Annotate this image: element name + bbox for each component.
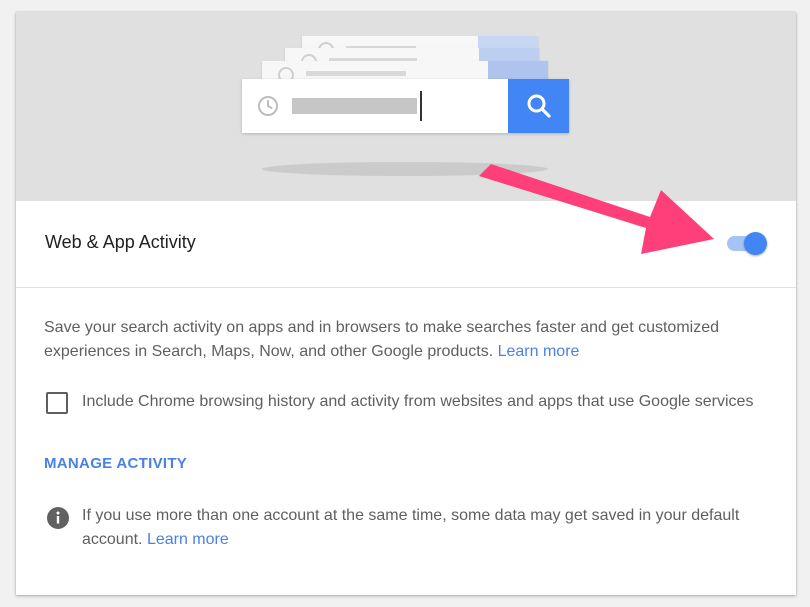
manage-activity-link[interactable]: MANAGE ACTIVITY bbox=[44, 455, 187, 472]
learn-more-link[interactable]: Learn more bbox=[498, 343, 580, 360]
toggle-thumb bbox=[744, 232, 767, 255]
placeholder-bar bbox=[306, 71, 406, 76]
clock-icon bbox=[258, 96, 278, 116]
text-cursor bbox=[420, 91, 422, 121]
query-placeholder-bar bbox=[292, 98, 417, 114]
include-chrome-history-checkbox[interactable] bbox=[46, 392, 68, 414]
description-text: Save your search activity on apps and in… bbox=[44, 319, 720, 360]
setting-title: Web & App Activity bbox=[45, 232, 196, 252]
search-icon bbox=[527, 94, 551, 118]
include-chrome-history-label: Include Chrome browsing history and acti… bbox=[82, 393, 754, 410]
web-app-activity-toggle[interactable] bbox=[725, 230, 769, 256]
illustrated-search-bar bbox=[242, 79, 569, 133]
setting-header: Web & App Activity bbox=[16, 201, 796, 288]
setting-description: Save your search activity on apps and in… bbox=[44, 316, 744, 364]
info-icon bbox=[47, 507, 69, 529]
multi-account-info: If you use more than one account at the … bbox=[82, 504, 772, 552]
learn-more-link[interactable]: Learn more bbox=[147, 531, 229, 548]
hero-illustration bbox=[16, 12, 796, 201]
activity-controls-card: Web & App Activity Save your search acti… bbox=[16, 12, 796, 595]
search-button-shape bbox=[508, 79, 569, 133]
illustration-shadow bbox=[262, 162, 548, 176]
